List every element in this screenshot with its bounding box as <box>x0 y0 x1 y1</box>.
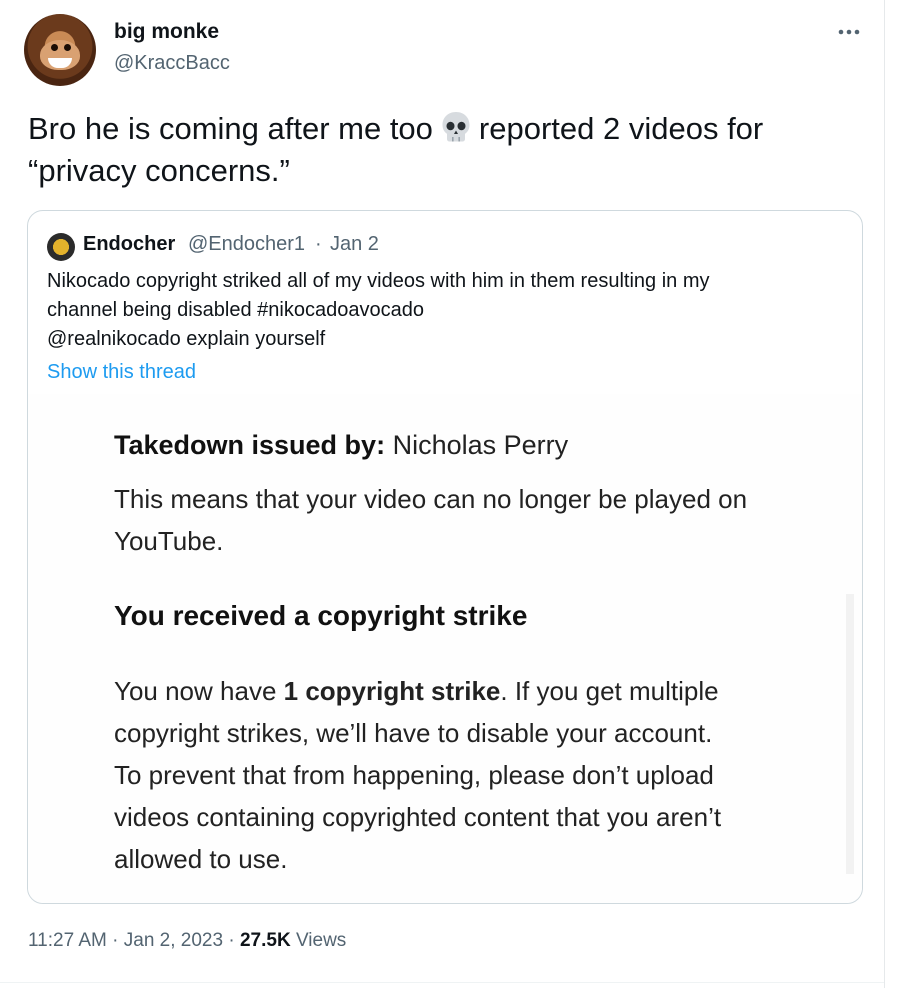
quoted-text-line: channel being disabled #nikocadoavocado <box>47 299 424 321</box>
tweet-text-part2: reported 2 videos for <box>478 111 764 146</box>
skull-icon <box>439 110 473 144</box>
quoted-text-line: @realnikocado explain yourself <box>47 328 326 350</box>
takedown-line: Takedown issued by: Nicholas Perry <box>114 430 568 461</box>
avatar-eye-left <box>51 44 58 51</box>
takedown-label: Takedown issued by: <box>114 430 386 460</box>
strike-body: You now have 1 copyright strike. If you … <box>114 670 834 880</box>
views-count: 27.5K <box>239 930 291 951</box>
avatar-eye-right <box>64 44 71 51</box>
views-label: Views <box>295 930 347 951</box>
author-avatar[interactable] <box>24 14 96 86</box>
quoted-tweet-card[interactable]: Endocher @Endocher1 · Jan 2 Nikocado cop… <box>27 210 863 904</box>
takedown-explanation: This means that your video can no longer… <box>114 478 814 562</box>
strike-body-line: videos containing copyrighted content th… <box>114 802 722 832</box>
author-handle[interactable]: @KraccBacc <box>114 52 230 75</box>
tweet-time[interactable]: 11:27 AM <box>28 930 107 951</box>
quoted-separator: · <box>315 233 322 255</box>
strike-body-suffix: . If you get multiple <box>500 676 719 706</box>
column-border <box>884 0 885 988</box>
tweet-metadata: 11:27 AM · Jan 2, 2023 · 27.5K Views <box>28 930 346 952</box>
quoted-tweet-text: Nikocado copyright striked all of my vid… <box>47 267 837 354</box>
strike-body-line: To prevent that from happening, please d… <box>114 760 714 790</box>
meta-separator: · <box>112 930 119 951</box>
tweet-text-part1: Bro he is coming after me too <box>28 111 433 146</box>
strike-body-line: copyright strikes, we’ll have to disable… <box>114 718 713 748</box>
divider <box>0 982 884 983</box>
more-options-icon[interactable] <box>836 22 862 42</box>
strike-body-line: allowed to use. <box>114 844 288 874</box>
quoted-media-image[interactable]: Takedown issued by: Nicholas Perry This … <box>28 394 862 903</box>
strike-count: 1 copyright strike <box>283 676 501 706</box>
tweet-text: Bro he is coming after me too reported 2 … <box>28 108 868 192</box>
show-thread-link[interactable]: Show this thread <box>47 361 196 384</box>
strike-body-prefix: You now have <box>114 676 277 706</box>
meta-separator: · <box>228 930 235 951</box>
quoted-author-name: Endocher <box>83 233 176 255</box>
strike-heading: You received a copyright strike <box>114 600 528 631</box>
tweet-text-line2: “privacy concerns.” <box>28 153 290 188</box>
author-display-name[interactable]: big monke <box>114 20 219 44</box>
quoted-author-handle: @Endocher1 <box>188 233 306 255</box>
quoted-text-line: Nikocado copyright striked all of my vid… <box>47 270 710 292</box>
tweet-date[interactable]: Jan 2, 2023 <box>124 930 223 951</box>
quoted-author-avatar <box>47 233 75 261</box>
takedown-value: Nicholas Perry <box>392 430 569 460</box>
quoted-date: Jan 2 <box>330 233 379 255</box>
explanation-line: YouTube. <box>114 526 224 556</box>
image-shade <box>846 594 854 874</box>
explanation-line: This means that your video can no longer… <box>114 484 748 514</box>
